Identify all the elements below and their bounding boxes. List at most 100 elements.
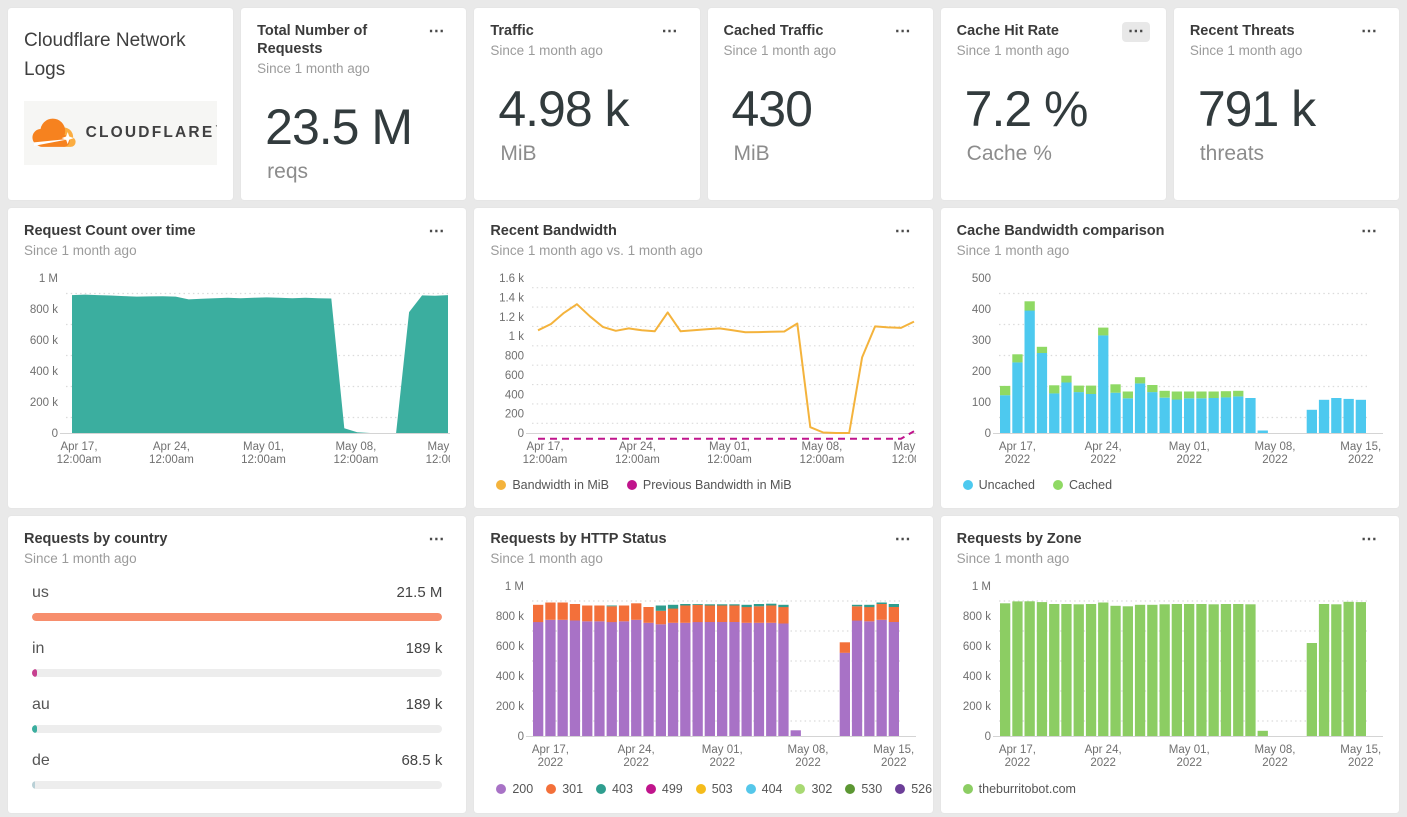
legend-item-404[interactable]: 404: [745, 782, 782, 796]
panel-subtitle: Since 1 month ago: [956, 551, 1070, 567]
panel-menu-icon[interactable]: ⋯: [889, 530, 917, 550]
panel-subtitle: Since 1 month ago: [490, 551, 603, 567]
zone-plot: 0200 k400 k600 k800 k1 MApr 17,2022Apr 2…: [963, 581, 1383, 769]
svg-text:12:00am: 12:00am: [334, 454, 379, 466]
svg-text:2022: 2022: [1176, 757, 1202, 769]
zone-chart: 0 200 k 400 k 600 k 800 k1 M Apr 17, 2022 Apr 2…: [957, 576, 1383, 774]
svg-text:1 k: 1 k: [509, 331, 525, 343]
svg-text:2022: 2022: [624, 757, 650, 769]
svg-text:400 k: 400 k: [963, 671, 991, 683]
panel-subtitle: Since 1 month ago: [490, 43, 603, 59]
svg-text:May 08,: May 08,: [1254, 744, 1295, 756]
stat-unit: MiB: [500, 142, 537, 166]
svg-text:1 M: 1 M: [39, 273, 58, 285]
svg-text:2022: 2022: [796, 757, 822, 769]
svg-text:100: 100: [971, 397, 990, 409]
panel-menu-icon[interactable]: ⋯: [1355, 222, 1383, 242]
legend-dot: [1052, 480, 1063, 491]
panel-subtitle: Since 1 month ago: [723, 43, 837, 59]
panel-subtitle: Since 1 month ago: [956, 43, 1070, 59]
legend-item-theburritobot.com[interactable]: theburritobot.com: [962, 782, 1076, 796]
svg-text:0: 0: [984, 428, 990, 440]
panel-menu-icon[interactable]: ⋯: [422, 22, 450, 42]
panel-menu-icon[interactable]: ⋯: [889, 222, 917, 242]
svg-text:May 15,: May 15,: [428, 441, 450, 453]
country-list: us 21.5 M in 189 k au 189 k de 68.5 k: [24, 584, 450, 790]
cache-bandwidth-chart: 0 100 200 300 400 500 Apr 17, 2022 Apr 24, 2022 Ma…: [957, 268, 1383, 470]
legend-dot: [645, 784, 656, 795]
panel-title: Recent Threats: [1189, 23, 1295, 39]
svg-text:2022: 2022: [710, 757, 736, 769]
svg-text:800 k: 800 k: [30, 304, 58, 316]
legend-item-301[interactable]: 301: [546, 782, 583, 796]
svg-text:12:00am: 12:00am: [615, 454, 660, 466]
svg-text:Apr 24,: Apr 24,: [1084, 744, 1121, 756]
panel-title: Requests by country: [24, 531, 168, 547]
cache-bandwidth-legend: Uncached Cached: [957, 478, 1383, 492]
legend-item-530[interactable]: 530: [845, 782, 882, 796]
panel-menu-icon[interactable]: ⋯: [1355, 22, 1383, 42]
legend-dot: [962, 480, 973, 491]
panel-http-status: Requests by HTTP Status Since 1 month ag…: [474, 516, 933, 813]
panel-total-requests: Total Number of Requests Since 1 month a…: [241, 8, 467, 200]
svg-text:1.2 k: 1.2 k: [499, 312, 524, 324]
panel-menu-icon[interactable]: ⋯: [656, 22, 684, 42]
panel-title: Total Number of Requests: [257, 23, 368, 58]
panel-menu-icon[interactable]: ⋯: [1355, 530, 1383, 550]
svg-text:12:00am: 12:00am: [57, 454, 102, 466]
panel-menu-icon[interactable]: ⋯: [889, 22, 917, 42]
svg-text:Apr 24,: Apr 24,: [153, 441, 190, 453]
panel-recent-threats: Recent Threats Since 1 month ago ⋯ 791 k…: [1173, 8, 1399, 200]
country-bar-fill: [32, 781, 35, 790]
panel-cache-bandwidth: Cache Bandwidth comparison Since 1 month…: [940, 208, 1399, 508]
panel-menu-icon[interactable]: ⋯: [422, 530, 450, 550]
svg-text:May 08,: May 08,: [802, 441, 843, 453]
dashboard: Cloudflare Network Logs CLOUDFLARE’ Tota…: [0, 0, 1407, 817]
panel-title: Traffic: [490, 23, 534, 39]
request_count-plot: 0200 k400 k600 k800 k1 MApr 17,12:00amAp…: [30, 273, 450, 466]
legend-item-302[interactable]: 302: [795, 782, 832, 796]
svg-text:0: 0: [518, 428, 524, 440]
country-bar-track: [32, 613, 443, 622]
svg-text:May 01,: May 01,: [709, 441, 750, 453]
country-bar-track: [32, 725, 443, 734]
svg-text:500: 500: [971, 273, 990, 285]
svg-text:0: 0: [984, 731, 990, 743]
legend-item-Uncached[interactable]: Uncached: [962, 478, 1035, 492]
legend-item-503[interactable]: 503: [695, 782, 733, 796]
http-status-legend: 200301403499503404302530526524: [490, 782, 932, 796]
legend-item-200[interactable]: 200: [496, 782, 533, 796]
panel-menu-icon[interactable]: ⋯: [422, 222, 450, 242]
panel-title: Request Count over time: [24, 223, 196, 239]
legend-item-Cached[interactable]: Cached: [1052, 478, 1112, 492]
svg-text:12:00am: 12:00am: [149, 454, 194, 466]
legend-dot: [496, 784, 507, 795]
svg-text:Apr 24,: Apr 24,: [619, 441, 656, 453]
legend-item-Previous Bandwidth in MiB[interactable]: Previous Bandwidth in MiB: [626, 478, 792, 492]
svg-text:12:00am: 12:00am: [426, 454, 450, 466]
svg-text:400 k: 400 k: [496, 671, 524, 683]
svg-text:0: 0: [52, 428, 58, 440]
legend-item-Bandwidth in MiB[interactable]: Bandwidth in MiB: [496, 478, 609, 492]
panel-menu-icon[interactable]: ⋯: [1121, 22, 1150, 42]
legend-item-403[interactable]: 403: [596, 782, 633, 796]
svg-text:2022: 2022: [1090, 454, 1116, 466]
panel-cache-hit-rate: Cache Hit Rate Since 1 month ago ⋯ 7.2 %…: [940, 8, 1166, 200]
svg-text:2022: 2022: [1004, 454, 1030, 466]
svg-text:May 08,: May 08,: [1254, 441, 1295, 453]
legend-item-526[interactable]: 526: [895, 782, 932, 796]
cloudflare-cloud-icon: [32, 118, 76, 147]
country-bar-track: [32, 781, 443, 790]
svg-text:800 k: 800 k: [963, 611, 991, 623]
svg-text:300: 300: [971, 335, 990, 347]
panel-title: Recent Bandwidth: [490, 223, 617, 239]
panel-request-count: Request Count over time Since 1 month ag…: [8, 208, 467, 508]
svg-text:May 01,: May 01,: [702, 744, 743, 756]
svg-text:12:00am: 12:00am: [707, 454, 752, 466]
panel-subtitle: Since 1 month ago: [257, 61, 370, 77]
svg-text:May 01,: May 01,: [1168, 441, 1209, 453]
country-value: 68.5 k: [401, 752, 443, 770]
legend-dot: [626, 480, 637, 491]
legend-item-499[interactable]: 499: [645, 782, 683, 796]
legend-dot: [695, 784, 706, 795]
